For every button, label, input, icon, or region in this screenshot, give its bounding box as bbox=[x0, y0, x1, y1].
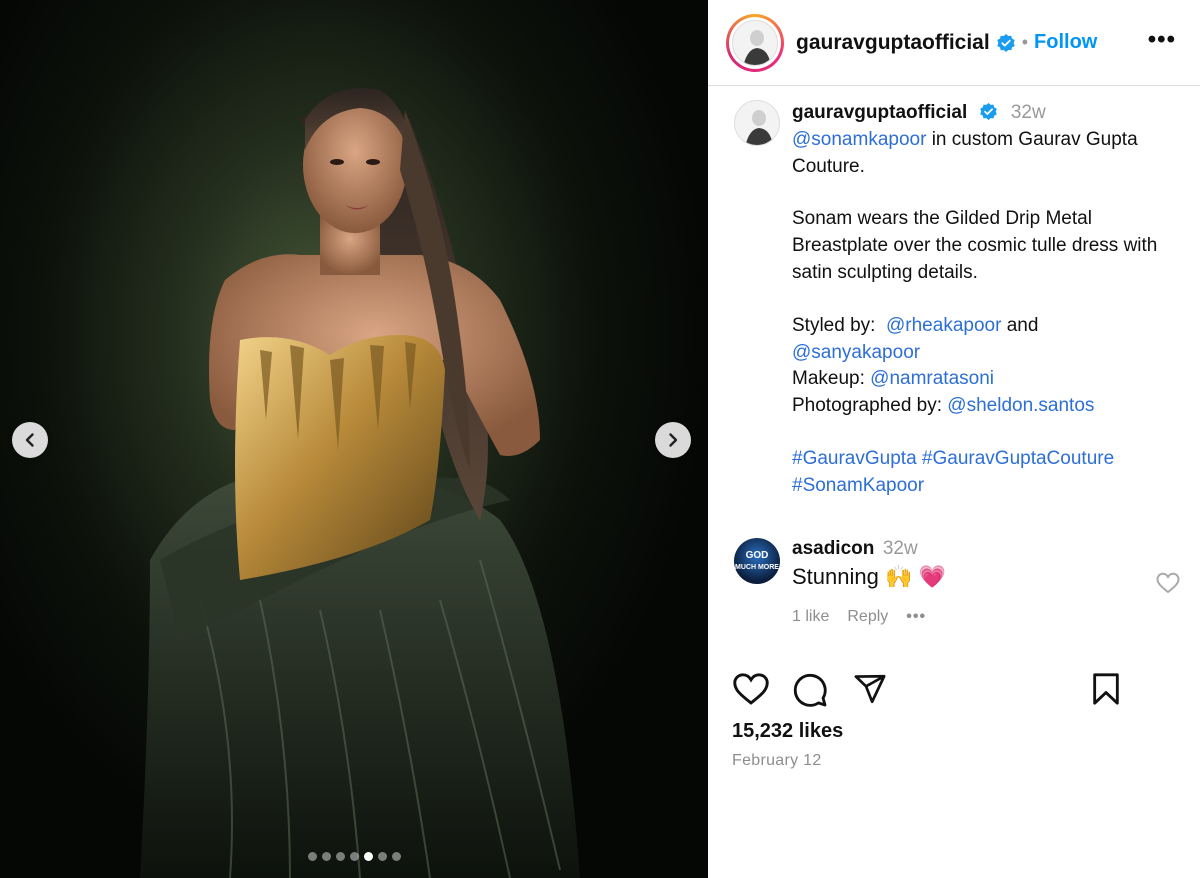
header-username[interactable]: gauravguptaofficial bbox=[796, 31, 990, 55]
more-horizontal-icon: ••• bbox=[1147, 26, 1176, 53]
chevron-left-icon bbox=[25, 433, 34, 447]
post-header: gauravguptaofficial • Follow ••• bbox=[708, 0, 1200, 86]
follow-button[interactable]: Follow bbox=[1034, 31, 1097, 54]
profile-photo-icon bbox=[735, 101, 779, 145]
post-caption: gauravguptaofficial 32w @sonamkapoor in … bbox=[734, 100, 1174, 500]
avatar-text: GOD bbox=[745, 550, 769, 561]
verified-badge-icon bbox=[996, 33, 1016, 53]
carousel-dot bbox=[321, 852, 331, 861]
makeup-label: Makeup: bbox=[792, 368, 871, 390]
more-options-button[interactable]: ••• bbox=[1148, 26, 1176, 54]
commenter-username[interactable]: asadicon bbox=[792, 538, 874, 559]
share-send-icon[interactable] bbox=[852, 672, 888, 711]
save-bookmark-icon[interactable] bbox=[1090, 672, 1122, 711]
post-media[interactable] bbox=[0, 0, 708, 878]
header-separator: • bbox=[1021, 32, 1029, 52]
chevron-right-icon bbox=[669, 433, 678, 447]
post-date[interactable]: February 12 bbox=[732, 752, 822, 770]
hashtag-link[interactable]: #GauravGupta bbox=[792, 448, 917, 469]
comment-like-heart-icon[interactable] bbox=[1156, 572, 1180, 599]
styled-by-label: Styled by: bbox=[792, 314, 886, 336]
hashtag-link[interactable]: #GauravGuptaCouture bbox=[922, 448, 1114, 469]
carousel-dot bbox=[349, 852, 359, 861]
carousel-indicator bbox=[0, 852, 708, 861]
carousel-dot bbox=[307, 852, 317, 861]
mention-link[interactable]: @sonamkapoor bbox=[792, 129, 926, 150]
profile-photo-icon bbox=[733, 20, 777, 65]
carousel-prev-button[interactable] bbox=[12, 422, 48, 458]
instagram-post: gauravguptaofficial • Follow ••• gauravg… bbox=[0, 0, 1200, 878]
mention-link[interactable]: @rheakapoor bbox=[886, 315, 1001, 336]
verified-badge-icon bbox=[979, 102, 998, 121]
caption-timestamp: 32w bbox=[1010, 102, 1046, 123]
post-photo bbox=[140, 88, 580, 878]
caption-username[interactable]: gauravguptaofficial bbox=[792, 102, 967, 123]
caption-text: gauravguptaofficial 32w @sonamkapoor in … bbox=[792, 100, 1174, 500]
commenter-avatar[interactable]: GOD MUCH MORE bbox=[734, 538, 780, 584]
carousel-dot bbox=[363, 852, 373, 861]
avatar-text: MUCH MORE bbox=[735, 564, 779, 571]
carousel-dot bbox=[391, 852, 401, 861]
photographer-label: Photographed by: bbox=[792, 395, 948, 417]
hashtag-link[interactable]: #SonamKapoor bbox=[792, 475, 924, 496]
reply-button[interactable]: Reply bbox=[847, 608, 888, 626]
mention-link[interactable]: @namratasoni bbox=[870, 368, 994, 389]
like-heart-icon[interactable] bbox=[732, 672, 770, 711]
avatar bbox=[732, 19, 778, 66]
mention-link[interactable]: @sanyakapoor bbox=[792, 342, 920, 363]
post-side-panel: gauravguptaofficial • Follow ••• gauravg… bbox=[708, 0, 1200, 878]
carousel-dot bbox=[335, 852, 345, 861]
comment-like-count[interactable]: 1 like bbox=[792, 608, 829, 626]
carousel-next-button[interactable] bbox=[655, 422, 691, 458]
comment-text: Stunning 🙌 💗 bbox=[792, 564, 946, 589]
caption-paragraph: Sonam wears the Gilded Drip Metal Breast… bbox=[792, 208, 1158, 283]
story-ring[interactable] bbox=[726, 13, 784, 72]
and-text: and bbox=[1001, 314, 1044, 336]
carousel-dot bbox=[377, 852, 387, 861]
comment-timestamp: 32w bbox=[882, 538, 918, 559]
comment-more-button[interactable]: ••• bbox=[906, 608, 926, 626]
mention-link[interactable]: @sheldon.santos bbox=[947, 395, 1094, 416]
comment-bubble-icon[interactable] bbox=[792, 672, 828, 713]
comment-item: GOD MUCH MORE asadicon 32w Stunning 🙌 💗 … bbox=[734, 538, 1180, 626]
likes-count[interactable]: 15,232 likes bbox=[732, 720, 843, 743]
caption-avatar[interactable] bbox=[734, 100, 780, 146]
